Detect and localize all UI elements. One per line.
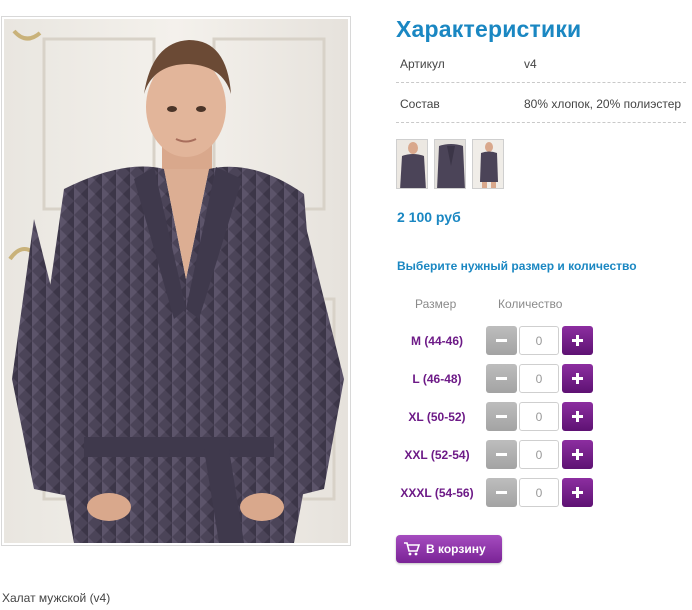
increment-button-xl[interactable]	[562, 402, 593, 431]
product-photo[interactable]	[4, 19, 348, 543]
quantity-input-xxl[interactable]	[519, 440, 559, 469]
size-label-xl: XL (50-52)	[408, 410, 466, 424]
price: 2 100 руб	[397, 209, 461, 225]
size-label-xxl: XXL (52-54)	[404, 448, 470, 462]
thumbnail-3[interactable]	[472, 139, 504, 189]
size-label-xxxl: XXXL (54-56)	[400, 486, 474, 500]
quantity-input-xxxl[interactable]	[519, 478, 559, 507]
cart-icon	[404, 542, 420, 556]
spec-row-composition: Состав 80% хлопок, 20% полиэстер	[396, 83, 686, 123]
add-to-cart-label: В корзину	[426, 542, 486, 556]
size-label-m: M (44-46)	[410, 334, 463, 348]
spec-row-article: Артикул v4	[396, 43, 686, 83]
spec-value: v4	[524, 57, 537, 71]
increment-button-l[interactable]	[562, 364, 593, 393]
decrement-button-l[interactable]	[486, 364, 517, 393]
thumbnail-strip	[396, 139, 504, 189]
thumbnail-1[interactable]	[396, 139, 428, 189]
size-label-l: L (46-48)	[412, 372, 462, 386]
spec-value: 80% хлопок, 20% полиэстер	[524, 97, 682, 111]
specs-title: Характеристики	[396, 16, 582, 42]
increment-button-xxl[interactable]	[562, 440, 593, 469]
decrement-button-xxl[interactable]	[486, 440, 517, 469]
decrement-button-m[interactable]	[486, 326, 517, 355]
spec-key: Артикул	[400, 57, 445, 71]
product-photo-frame	[1, 16, 351, 546]
increment-button-m[interactable]	[562, 326, 593, 355]
increment-button-xxxl[interactable]	[562, 478, 593, 507]
quantity-input-l[interactable]	[519, 364, 559, 393]
decrement-button-xxxl[interactable]	[486, 478, 517, 507]
spec-key: Состав	[400, 97, 440, 111]
quantity-input-xl[interactable]	[519, 402, 559, 431]
qty-column-header: Количество	[498, 297, 563, 311]
quantity-input-m[interactable]	[519, 326, 559, 355]
size-prompt: Выберите нужный размер и количество	[397, 259, 637, 273]
decrement-button-xl[interactable]	[486, 402, 517, 431]
thumbnail-2[interactable]	[434, 139, 466, 189]
size-column-header: Размер	[415, 297, 457, 311]
add-to-cart-button[interactable]: В корзину	[396, 535, 502, 563]
product-caption: Халат мужской (v4)	[2, 591, 111, 605]
